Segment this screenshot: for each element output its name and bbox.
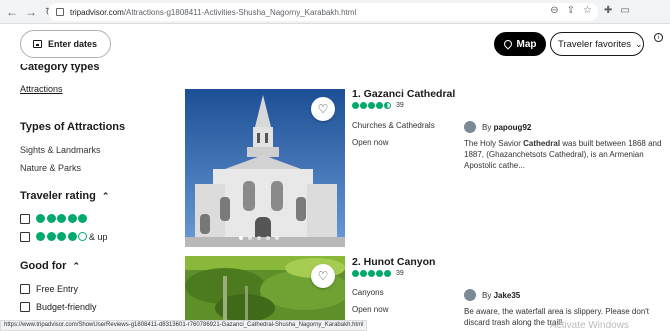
budget-friendly-checkbox[interactable] xyxy=(20,302,30,312)
info-icon[interactable]: i xyxy=(654,33,663,42)
rating-bubble-icon xyxy=(67,232,77,241)
enter-dates-button[interactable]: Enter dates xyxy=(20,30,111,58)
forward-icon[interactable]: → xyxy=(24,5,38,19)
address-bar[interactable]: tripadvisor.com/Attractions-g1808411-Act… xyxy=(48,3,598,21)
result-title[interactable]: 2. Hunot Canyon xyxy=(352,256,435,268)
and-up-label: & up xyxy=(89,232,108,242)
review-snippet[interactable]: The Holy Savior Cathedral was built betw… xyxy=(464,138,666,171)
chevron-down-icon: ⌄ xyxy=(635,38,643,49)
carousel-dot[interactable] xyxy=(266,236,270,240)
carousel-dot[interactable] xyxy=(239,236,243,240)
result-category: Canyons xyxy=(352,288,384,297)
chevron-up-icon: ⌃ xyxy=(101,191,110,201)
activate-windows-watermark: Activate Windows xyxy=(550,320,629,331)
budget-friendly-label[interactable]: Budget-friendly xyxy=(36,302,97,312)
back-icon[interactable]: ← xyxy=(5,5,19,19)
review-author[interactable]: papoug92 xyxy=(494,123,532,132)
calendar-icon xyxy=(33,40,42,48)
browser-toolbar: ← → ↻ tripadvisor.com/Attractions-g18084… xyxy=(0,0,670,24)
rating-4-bubbles xyxy=(36,232,87,241)
avatar[interactable] xyxy=(464,289,476,301)
rating-bubble-icon xyxy=(78,214,87,223)
result-open-status: Open now xyxy=(352,138,389,147)
rating-bubble-icon xyxy=(67,214,77,223)
result-rating: 39 xyxy=(352,102,404,109)
rating-bubble-icon xyxy=(46,214,56,223)
rating-bubble-icon xyxy=(352,102,359,109)
photo-carousel-dots xyxy=(239,236,279,240)
result-category: Churches & Cathedrals xyxy=(352,121,435,130)
filter-sights-landmarks[interactable]: Sights & Landmarks xyxy=(20,145,101,155)
result-rating: 39 xyxy=(352,270,404,277)
rating-bubble-icon xyxy=(384,270,391,277)
rating-bubble-icon xyxy=(360,102,367,109)
chevron-up-icon: ⌃ xyxy=(72,261,80,271)
enter-dates-label: Enter dates xyxy=(48,39,98,49)
link-status-bar: https://www.tripadvisor.com/ShowUserRevi… xyxy=(0,320,368,331)
attractions-link[interactable]: Attractions xyxy=(20,84,63,94)
good-for-heading[interactable]: Good for ⌃ xyxy=(20,260,80,272)
rating-bubble-icon xyxy=(376,270,383,277)
result-open-status: Open now xyxy=(352,305,389,314)
types-heading: Types of Attractions xyxy=(20,121,126,133)
extensions-puzzle-icon[interactable]: ✚ xyxy=(604,5,612,16)
rating-bubble-icon xyxy=(36,214,45,223)
carousel-dot[interactable] xyxy=(275,236,279,240)
rating-5-bubbles xyxy=(36,214,87,223)
save-heart-icon[interactable]: ♡ xyxy=(311,264,335,288)
save-heart-icon[interactable]: ♡ xyxy=(311,97,335,121)
carousel-dot[interactable] xyxy=(248,236,252,240)
zoom-icon[interactable]: ⊖ xyxy=(550,5,558,16)
rating-bubble-icon xyxy=(368,270,375,277)
review-count[interactable]: 39 xyxy=(396,102,404,109)
rating-bubble-icon xyxy=(36,232,45,241)
lock-icon xyxy=(56,8,64,16)
traveler-rating-heading[interactable]: Traveler rating ⌃ xyxy=(20,190,109,202)
rating-bubble-icon xyxy=(57,214,66,223)
result-title[interactable]: 1. Gazanci Cathedral xyxy=(352,88,455,100)
review-author[interactable]: Jake35 xyxy=(494,291,521,300)
rating-bubble-icon xyxy=(368,102,375,109)
avatar[interactable] xyxy=(464,121,476,133)
rating-half-bubble-icon xyxy=(384,102,391,109)
rating-4-checkbox[interactable] xyxy=(20,232,30,242)
sidepanel-icon[interactable]: ▭ xyxy=(620,5,629,16)
share-icon[interactable]: ⇪ xyxy=(567,5,575,16)
map-pin-icon xyxy=(501,38,514,50)
review-byline: By papoug92 xyxy=(482,123,532,132)
rating-bubble-icon xyxy=(57,232,66,241)
rating-bubble-icon xyxy=(376,102,383,109)
rating-bubble-icon xyxy=(360,270,367,277)
map-button[interactable]: Map xyxy=(494,32,546,56)
sort-label: Traveler favorites xyxy=(558,38,632,50)
review-count[interactable]: 39 xyxy=(396,270,404,277)
rating-bubble-icon xyxy=(46,232,56,241)
filter-nature-parks[interactable]: Nature & Parks xyxy=(20,163,81,173)
rating-5-checkbox[interactable] xyxy=(20,214,30,224)
sort-dropdown[interactable]: Traveler favorites ⌄ xyxy=(550,32,644,56)
url-text: tripadvisor.com/Attractions-g1808411-Act… xyxy=(70,7,357,17)
rating-bubble-icon xyxy=(352,270,359,277)
rating-bubble-empty-icon xyxy=(78,232,87,241)
review-byline: By Jake35 xyxy=(482,291,521,300)
bookmark-star-icon[interactable]: ☆ xyxy=(583,5,592,16)
filter-header: Enter dates Map Traveler favorites ⌄ i xyxy=(0,25,670,65)
carousel-dot[interactable] xyxy=(257,236,261,240)
map-label: Map xyxy=(516,38,537,50)
free-entry-checkbox[interactable] xyxy=(20,284,30,294)
free-entry-label[interactable]: Free Entry xyxy=(36,284,78,294)
